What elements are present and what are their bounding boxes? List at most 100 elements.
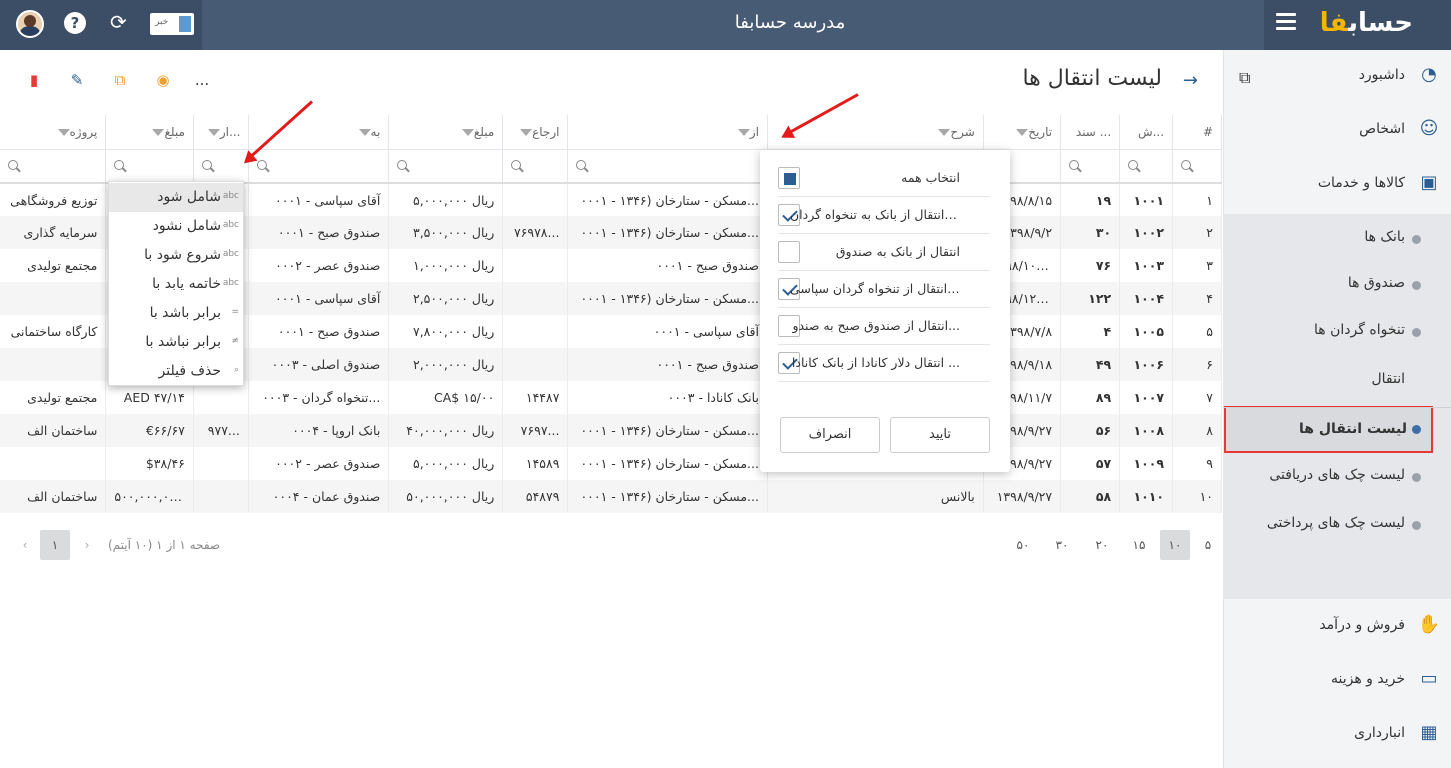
column-header[interactable]: # [1172, 115, 1222, 150]
ellipsis-icon[interactable]: ... [192, 70, 212, 90]
column-header[interactable]: مبلغ [388, 115, 504, 150]
operator-option[interactable]: = برابر باشد با [109, 299, 243, 328]
filter-option[interactable]: انتقال از صندوق صبح به صندو... [778, 308, 990, 345]
filter-select-all[interactable]: انتخاب همه [778, 160, 990, 197]
page-size-option[interactable]: ۲۰ [1087, 530, 1117, 560]
operator-option[interactable]: abc شروع شود با [109, 241, 243, 270]
filter-funnel-icon[interactable] [207, 128, 220, 136]
checkbox[interactable] [778, 241, 800, 263]
sidebar-item[interactable]: ☺ اشخاص [1223, 106, 1451, 154]
filter-funnel-icon[interactable] [152, 128, 165, 136]
table-row[interactable]: $۳۸/۴۶ ۰۰۰۲ - صندوق عصر ۵,۰۰۰,۰۰۰ ریال ۱۴۵۸… [0, 447, 1222, 480]
pager-prev-icon[interactable]: ‹ [10, 530, 40, 560]
pager-page[interactable]: ۱ [40, 530, 70, 560]
column-header[interactable]: ارجاع [502, 115, 569, 150]
sidebar-subitem[interactable]: لیست چک های دریافتی [1223, 454, 1451, 500]
column-search-cell[interactable] [193, 149, 249, 184]
sidebar-item[interactable]: ▭ خرید و هزینه [1223, 656, 1451, 704]
column-header[interactable]: به [248, 115, 390, 150]
help-icon[interactable]: ? [64, 12, 86, 34]
column-header[interactable]: ار... [193, 115, 249, 150]
filter-option[interactable]: انتقال از بانک به تنخواه گردان ... [778, 197, 990, 234]
sidebar-item[interactable]: ◔ داشبورد [1223, 52, 1451, 100]
sidebar-item[interactable]: ▣ کالاها و خدمات [1223, 160, 1451, 208]
search-icon[interactable] [8, 159, 18, 170]
operator-option[interactable]: ⌕ حذف فیلتر [109, 357, 243, 386]
table-cell [0, 348, 107, 381]
column-header[interactable]: پروژه [0, 115, 107, 150]
search-icon[interactable] [397, 159, 408, 170]
search-icon[interactable] [1069, 159, 1080, 170]
search-icon[interactable] [201, 159, 212, 170]
page-size-option[interactable]: ۵ [1193, 530, 1223, 560]
page-size-option[interactable]: ۳۰ [1047, 530, 1077, 560]
pager-next-icon[interactable]: › [72, 530, 102, 560]
filter-funnel-icon[interactable] [1016, 128, 1029, 136]
column-header[interactable]: تاریخ [983, 115, 1062, 150]
eye-icon[interactable]: ◉ [153, 70, 173, 90]
refresh-icon[interactable]: ⟳ [110, 10, 127, 34]
pencil-icon[interactable]: ✎ [67, 70, 87, 90]
page-size-option[interactable]: ۵۰ [1008, 530, 1038, 560]
filter-cancel-button[interactable]: انصراف [780, 417, 880, 453]
trash-icon[interactable]: ▮ [24, 70, 44, 90]
column-search-cell[interactable] [567, 149, 768, 184]
column-search-cell[interactable] [388, 149, 504, 184]
filter-funnel-icon[interactable] [461, 128, 474, 136]
column-search-cell[interactable] [248, 149, 390, 184]
filter-funnel-icon[interactable] [520, 128, 533, 136]
column-search-cell[interactable] [105, 149, 194, 184]
search-icon[interactable] [1128, 159, 1139, 170]
sidebar-subitem[interactable]: لیست چک های پرداختی [1223, 502, 1451, 548]
search-icon[interactable] [256, 159, 267, 170]
table-cell: ۰۰۰۱ - صندوق صبح [567, 348, 768, 381]
table-cell [193, 447, 249, 480]
column-search-cell[interactable] [1119, 149, 1174, 184]
column-header[interactable]: از [567, 115, 768, 150]
filter-funnel-icon[interactable] [57, 128, 70, 136]
column-header[interactable]: مبلغ [105, 115, 194, 150]
sidebar-item[interactable]: ✋ فروش و درآمد [1223, 602, 1451, 650]
filter-funnel-icon[interactable] [938, 128, 951, 136]
operator-option[interactable]: abc شامل شود [109, 183, 243, 212]
filter-option[interactable]: انتقال دلار کانادا از بانک کانادا ... [778, 345, 990, 382]
column-header[interactable]: شرح [767, 115, 984, 150]
avatar[interactable] [16, 10, 44, 38]
sidebar-subitem[interactable]: تنخواه گردان ها [1223, 309, 1451, 355]
filter-funnel-icon[interactable] [358, 128, 371, 136]
table-cell: ۰۰۰۳ - تنخواه گردان... [248, 381, 390, 414]
arrow-right-icon[interactable]: → [1183, 70, 1198, 91]
search-icon[interactable] [511, 159, 522, 170]
table-row[interactable]: ساختمان الف €۶۶/۶۷ ۹۷۷... ۰۰۰۴ - بانک اروپا… [0, 414, 1222, 447]
column-header[interactable]: ش... [1119, 115, 1174, 150]
column-search-cell[interactable] [1060, 149, 1121, 184]
operator-option[interactable]: abc خاتمه یابد با [109, 270, 243, 299]
sidebar-subitem[interactable]: صندوق ها [1223, 262, 1451, 308]
column-header[interactable]: سند ... [1060, 115, 1121, 150]
search-icon[interactable] [1181, 159, 1192, 170]
copy-icon[interactable]: ⧉ [110, 70, 130, 90]
filter-funnel-icon[interactable] [737, 128, 750, 136]
column-search-cell[interactable] [0, 149, 107, 184]
news-button[interactable]: خبر [150, 13, 194, 35]
filter-ok-button[interactable]: تایید [890, 417, 990, 453]
search-icon[interactable] [576, 159, 587, 170]
sidebar-item[interactable]: ▦ انبارداری [1223, 710, 1451, 758]
column-search-cell[interactable] [502, 149, 569, 184]
column-search-cell[interactable] [1172, 149, 1222, 184]
operator-label: برابر باشد با [149, 305, 221, 321]
filter-option[interactable]: انتقال از تنخواه گردان سپاسی ... [778, 271, 990, 308]
sidebar-subitem[interactable]: انتقال [1223, 358, 1451, 404]
filter-option[interactable]: انتقال از بانک به صندوق [778, 234, 990, 271]
page-size-option[interactable]: ۱۰ [1160, 530, 1190, 560]
page-size-option[interactable]: ۱۵ [1124, 530, 1154, 560]
sidebar-subitem-active[interactable]: لیست انتقال ها [1224, 406, 1433, 453]
table-row[interactable]: ساختمان الف ۵۰۰,۰۰۰,۰۰۰... ۰۰۰۴ - صندوق عم… [0, 480, 1222, 513]
select-all-checkbox[interactable] [778, 167, 800, 189]
hamburger-icon[interactable] [1276, 13, 1296, 31]
operator-option[interactable]: abc شامل نشود [109, 212, 243, 241]
operator-option[interactable]: ≠ برابر نباشد با [109, 328, 243, 357]
sidebar-subitem[interactable]: بانک ها [1223, 216, 1451, 262]
sidebar-item-label: داشبورد [1358, 67, 1405, 83]
search-icon[interactable] [114, 159, 125, 170]
